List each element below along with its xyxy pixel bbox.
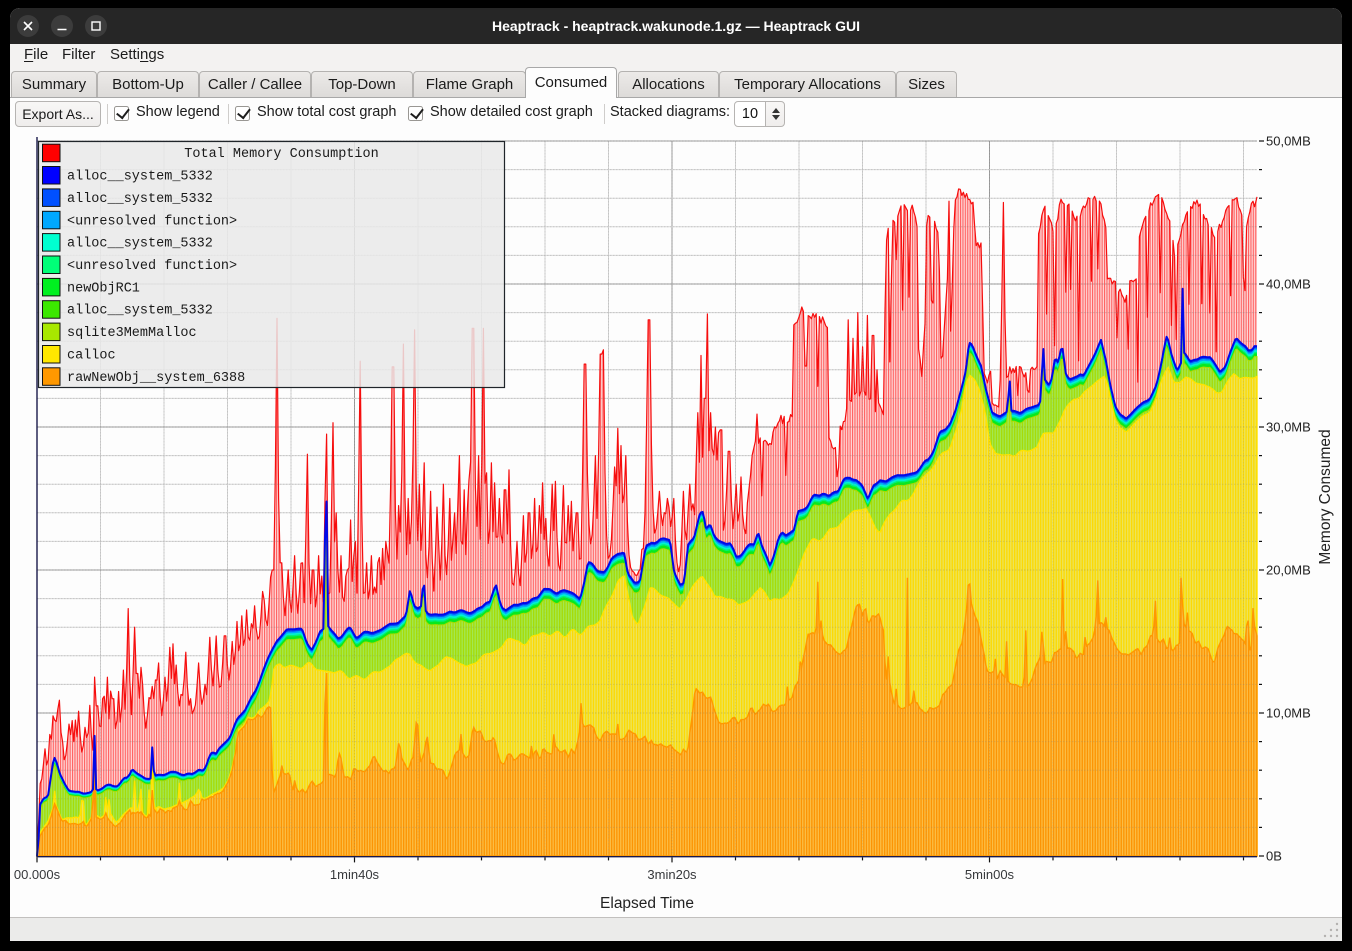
svg-text:1min40s: 1min40s (330, 867, 380, 882)
svg-text:40,0MB: 40,0MB (1266, 277, 1311, 292)
svg-text:<unresolved function>: <unresolved function> (67, 214, 237, 229)
svg-text:Elapsed Time: Elapsed Time (600, 895, 694, 912)
svg-text:20,0MB: 20,0MB (1266, 563, 1311, 578)
svg-text:rawNewObj__system_6388: rawNewObj__system_6388 (67, 371, 245, 386)
svg-text:sqlite3MemMalloc: sqlite3MemMalloc (67, 326, 197, 341)
svg-text:5min00s: 5min00s (965, 867, 1015, 882)
svg-text:alloc__system_5332: alloc__system_5332 (67, 304, 213, 319)
svg-text:alloc__system_5332: alloc__system_5332 (67, 192, 213, 207)
svg-text:alloc__system_5332: alloc__system_5332 (67, 237, 213, 252)
svg-text:Total Memory Consumption: Total Memory Consumption (184, 147, 378, 162)
svg-text:calloc: calloc (67, 349, 116, 364)
svg-text:10,0MB: 10,0MB (1266, 706, 1311, 721)
svg-text:00.000s: 00.000s (14, 867, 61, 882)
svg-text:3min20s: 3min20s (647, 867, 697, 882)
svg-text:newObjRC1: newObjRC1 (67, 281, 140, 296)
svg-text:50,0MB: 50,0MB (1266, 134, 1311, 149)
svg-text:<unresolved function>: <unresolved function> (67, 259, 237, 274)
svg-text:30,0MB: 30,0MB (1266, 420, 1311, 435)
svg-text:alloc__system_5332: alloc__system_5332 (67, 170, 213, 185)
svg-text:Memory Consumed: Memory Consumed (1317, 429, 1334, 564)
svg-text:0B: 0B (1266, 849, 1282, 864)
